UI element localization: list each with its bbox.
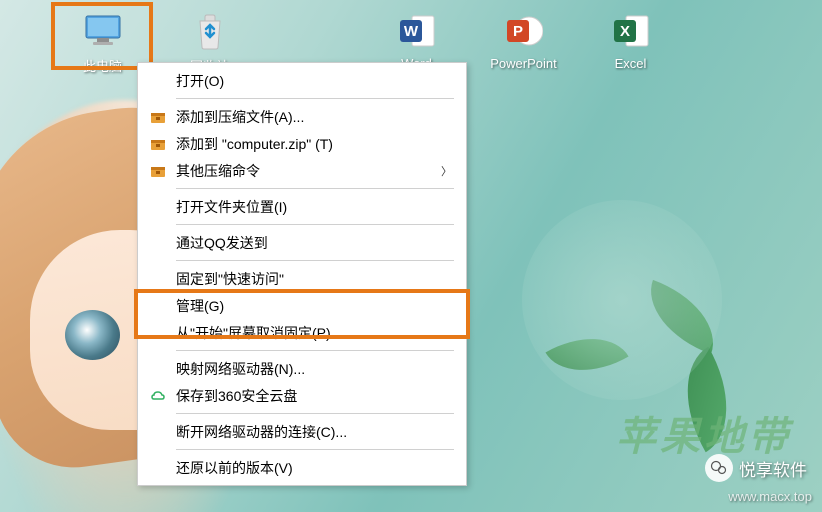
menu-item-label: 映射网络驱动器(N)... — [176, 359, 452, 379]
menu-item-label: 通过QQ发送到 — [176, 233, 452, 253]
menu-item-pin-quick-access[interactable]: 固定到"快速访问" — [140, 265, 464, 292]
svg-text:X: X — [619, 23, 629, 40]
annotation-highlight-manage — [134, 289, 470, 339]
archive-icon — [148, 134, 168, 154]
menu-item-label: 断开网络驱动器的连接(C)... — [176, 422, 452, 442]
menu-item-other-compress[interactable]: 其他压缩命令 〉 — [140, 157, 464, 184]
menu-item-label: 添加到 "computer.zip" (T) — [176, 134, 452, 154]
menu-item-disconnect-network[interactable]: 断开网络驱动器的连接(C)... — [140, 418, 464, 445]
svg-text:W: W — [403, 23, 418, 40]
menu-item-add-archive[interactable]: 添加到压缩文件(A)... — [140, 103, 464, 130]
menu-item-add-to-zip[interactable]: 添加到 "computer.zip" (T) — [140, 130, 464, 157]
cloud-360-icon — [148, 386, 168, 406]
menu-item-qq-send[interactable]: 通过QQ发送到 — [140, 229, 464, 256]
recycle-bin-icon — [189, 10, 231, 52]
menu-item-label: 保存到360安全云盘 — [176, 386, 452, 406]
menu-separator — [176, 350, 454, 351]
menu-separator — [176, 413, 454, 414]
icon-label: Excel — [615, 56, 647, 71]
menu-item-restore-versions[interactable]: 还原以前的版本(V) — [140, 454, 464, 481]
icon-label: PowerPoint — [490, 56, 556, 71]
watermark-brand-text: 悦享软件 — [739, 456, 807, 481]
menu-separator — [176, 188, 454, 189]
menu-item-map-network[interactable]: 映射网络驱动器(N)... — [140, 355, 464, 382]
desktop-icon-powerpoint[interactable]: P PowerPoint — [481, 10, 566, 75]
menu-item-label: 固定到"快速访问" — [176, 269, 452, 289]
menu-separator — [176, 260, 454, 261]
wechat-icon — [705, 454, 733, 482]
menu-item-open-location[interactable]: 打开文件夹位置(I) — [140, 193, 464, 220]
word-icon: W — [396, 10, 438, 52]
desktop-icon-excel[interactable]: X Excel — [588, 10, 673, 75]
menu-separator — [176, 98, 454, 99]
archive-icon — [148, 107, 168, 127]
watermark-logo: 悦享软件 — [705, 454, 807, 482]
excel-icon: X — [610, 10, 652, 52]
menu-item-save-360[interactable]: 保存到360安全云盘 — [140, 382, 464, 409]
menu-item-open[interactable]: 打开(O) — [140, 67, 464, 94]
powerpoint-icon: P — [503, 10, 545, 52]
submenu-arrow-icon: 〉 — [441, 163, 452, 179]
menu-separator — [176, 224, 454, 225]
menu-item-label: 打开(O) — [176, 71, 452, 91]
menu-item-label: 添加到压缩文件(A)... — [176, 107, 452, 127]
archive-icon — [148, 161, 168, 181]
context-menu: 打开(O) 添加到压缩文件(A)... 添加到 "computer.zip" (… — [137, 62, 467, 486]
menu-item-label: 其他压缩命令 — [176, 161, 441, 181]
menu-item-label: 打开文件夹位置(I) — [176, 197, 452, 217]
annotation-highlight-this-pc — [51, 2, 153, 70]
svg-text:P: P — [512, 23, 522, 40]
menu-item-label: 还原以前的版本(V) — [176, 458, 452, 478]
menu-separator — [176, 449, 454, 450]
watermark-url: www.macx.top — [728, 489, 812, 504]
